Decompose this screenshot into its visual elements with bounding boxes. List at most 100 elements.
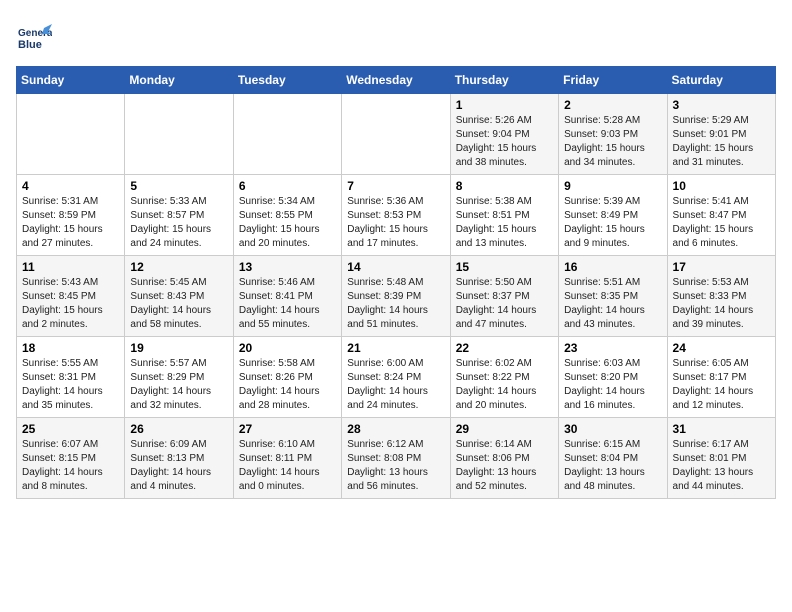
day-info: Sunrise: 6:10 AM Sunset: 8:11 PM Dayligh…	[239, 438, 336, 494]
calendar-cell: 1Sunrise: 5:26 AM Sunset: 9:04 PM Daylig…	[450, 94, 558, 175]
day-info: Sunrise: 5:41 AM Sunset: 8:47 PM Dayligh…	[673, 195, 770, 251]
day-number: 24	[673, 341, 770, 355]
day-info: Sunrise: 6:14 AM Sunset: 8:06 PM Dayligh…	[456, 438, 553, 494]
day-header-saturday: Saturday	[667, 67, 775, 94]
calendar-cell: 27 Sunrise: 6:10 AM Sunset: 8:11 PM Dayli…	[233, 418, 341, 499]
day-info: Sunrise: 5:45 AM Sunset: 8:43 PM Dayligh…	[130, 276, 227, 332]
calendar-week-2: 4 Sunrise: 5:31 AM Sunset: 8:59 PM Daylig…	[17, 175, 776, 256]
calendar-cell: 28 Sunrise: 6:12 AM Sunset: 8:08 PM Dayli…	[342, 418, 450, 499]
calendar-cell: 29 Sunrise: 6:14 AM Sunset: 8:06 PM Dayli…	[450, 418, 558, 499]
calendar-week-5: 25 Sunrise: 6:07 AM Sunset: 8:15 PM Dayli…	[17, 418, 776, 499]
day-info: Sunrise: 6:07 AM Sunset: 8:15 PM Dayligh…	[22, 438, 119, 494]
day-number: 29	[456, 422, 553, 436]
day-info: Sunrise: 5:29 AM Sunset: 9:01 PM Dayligh…	[673, 114, 770, 170]
day-header-wednesday: Wednesday	[342, 67, 450, 94]
calendar-cell	[233, 94, 341, 175]
calendar-cell: 5Sunrise: 5:33 AM Sunset: 8:57 PM Daylig…	[125, 175, 233, 256]
day-info: Sunrise: 6:03 AM Sunset: 8:20 PM Dayligh…	[564, 357, 661, 413]
day-info: Sunrise: 5:33 AM Sunset: 8:57 PM Dayligh…	[130, 195, 227, 251]
calendar-week-1: 1Sunrise: 5:26 AM Sunset: 9:04 PM Daylig…	[17, 94, 776, 175]
day-info: Sunrise: 6:15 AM Sunset: 8:04 PM Dayligh…	[564, 438, 661, 494]
page-header: General Blue	[16, 16, 776, 56]
calendar-cell: 12 Sunrise: 5:45 AM Sunset: 8:43 PM Dayli…	[125, 256, 233, 337]
calendar-header-row: SundayMondayTuesdayWednesdayThursdayFrid…	[17, 67, 776, 94]
calendar-cell: 13 Sunrise: 5:46 AM Sunset: 8:41 PM Dayli…	[233, 256, 341, 337]
day-header-tuesday: Tuesday	[233, 67, 341, 94]
day-header-monday: Monday	[125, 67, 233, 94]
day-number: 8	[456, 179, 553, 193]
day-number: 31	[673, 422, 770, 436]
calendar-cell: 6 Sunrise: 5:34 AM Sunset: 8:55 PM Daylig…	[233, 175, 341, 256]
day-number: 25	[22, 422, 119, 436]
day-info: Sunrise: 6:09 AM Sunset: 8:13 PM Dayligh…	[130, 438, 227, 494]
day-number: 30	[564, 422, 661, 436]
calendar-cell: 15 Sunrise: 5:50 AM Sunset: 8:37 PM Dayli…	[450, 256, 558, 337]
day-info: Sunrise: 5:51 AM Sunset: 8:35 PM Dayligh…	[564, 276, 661, 332]
day-number: 6	[239, 179, 336, 193]
day-info: Sunrise: 5:43 AM Sunset: 8:45 PM Dayligh…	[22, 276, 119, 332]
day-info: Sunrise: 5:31 AM Sunset: 8:59 PM Dayligh…	[22, 195, 119, 251]
day-info: Sunrise: 6:00 AM Sunset: 8:24 PM Dayligh…	[347, 357, 444, 413]
day-number: 21	[347, 341, 444, 355]
calendar-cell: 21 Sunrise: 6:00 AM Sunset: 8:24 PM Dayli…	[342, 337, 450, 418]
day-info: Sunrise: 5:34 AM Sunset: 8:55 PM Dayligh…	[239, 195, 336, 251]
day-number: 9	[564, 179, 661, 193]
calendar-cell: 9 Sunrise: 5:39 AM Sunset: 8:49 PM Daylig…	[559, 175, 667, 256]
calendar-cell: 20Sunrise: 5:58 AM Sunset: 8:26 PM Dayli…	[233, 337, 341, 418]
day-info: Sunrise: 6:17 AM Sunset: 8:01 PM Dayligh…	[673, 438, 770, 494]
calendar-week-4: 18Sunrise: 5:55 AM Sunset: 8:31 PM Dayli…	[17, 337, 776, 418]
day-number: 26	[130, 422, 227, 436]
day-number: 28	[347, 422, 444, 436]
day-info: Sunrise: 5:28 AM Sunset: 9:03 PM Dayligh…	[564, 114, 661, 170]
day-info: Sunrise: 5:57 AM Sunset: 8:29 PM Dayligh…	[130, 357, 227, 413]
calendar-cell: 17 Sunrise: 5:53 AM Sunset: 8:33 PM Dayli…	[667, 256, 775, 337]
calendar-cell	[342, 94, 450, 175]
calendar-cell: 26 Sunrise: 6:09 AM Sunset: 8:13 PM Dayli…	[125, 418, 233, 499]
day-info: Sunrise: 5:48 AM Sunset: 8:39 PM Dayligh…	[347, 276, 444, 332]
day-info: Sunrise: 5:38 AM Sunset: 8:51 PM Dayligh…	[456, 195, 553, 251]
day-info: Sunrise: 5:53 AM Sunset: 8:33 PM Dayligh…	[673, 276, 770, 332]
calendar-cell: 8 Sunrise: 5:38 AM Sunset: 8:51 PM Daylig…	[450, 175, 558, 256]
day-number: 3	[673, 98, 770, 112]
day-header-friday: Friday	[559, 67, 667, 94]
day-number: 22	[456, 341, 553, 355]
day-number: 13	[239, 260, 336, 274]
day-number: 7	[347, 179, 444, 193]
calendar-cell: 23 Sunrise: 6:03 AM Sunset: 8:20 PM Dayli…	[559, 337, 667, 418]
calendar-cell: 18Sunrise: 5:55 AM Sunset: 8:31 PM Dayli…	[17, 337, 125, 418]
day-number: 19	[130, 341, 227, 355]
calendar-week-3: 11Sunrise: 5:43 AM Sunset: 8:45 PM Dayli…	[17, 256, 776, 337]
calendar-cell: 22 Sunrise: 6:02 AM Sunset: 8:22 PM Dayli…	[450, 337, 558, 418]
day-info: Sunrise: 5:50 AM Sunset: 8:37 PM Dayligh…	[456, 276, 553, 332]
day-number: 10	[673, 179, 770, 193]
day-number: 2	[564, 98, 661, 112]
day-number: 27	[239, 422, 336, 436]
day-info: Sunrise: 5:36 AM Sunset: 8:53 PM Dayligh…	[347, 195, 444, 251]
day-info: Sunrise: 6:05 AM Sunset: 8:17 PM Dayligh…	[673, 357, 770, 413]
logo: General Blue	[16, 20, 56, 56]
day-number: 23	[564, 341, 661, 355]
calendar-cell: 14 Sunrise: 5:48 AM Sunset: 8:39 PM Dayli…	[342, 256, 450, 337]
calendar-cell: 30 Sunrise: 6:15 AM Sunset: 8:04 PM Dayli…	[559, 418, 667, 499]
day-number: 18	[22, 341, 119, 355]
calendar-cell: 19 Sunrise: 5:57 AM Sunset: 8:29 PM Dayli…	[125, 337, 233, 418]
day-info: Sunrise: 5:39 AM Sunset: 8:49 PM Dayligh…	[564, 195, 661, 251]
day-number: 15	[456, 260, 553, 274]
day-number: 17	[673, 260, 770, 274]
calendar-cell	[125, 94, 233, 175]
calendar-cell: 3 Sunrise: 5:29 AM Sunset: 9:01 PM Daylig…	[667, 94, 775, 175]
logo-icon: General Blue	[16, 20, 52, 56]
day-info: Sunrise: 5:46 AM Sunset: 8:41 PM Dayligh…	[239, 276, 336, 332]
day-number: 14	[347, 260, 444, 274]
calendar-cell: 16 Sunrise: 5:51 AM Sunset: 8:35 PM Dayli…	[559, 256, 667, 337]
calendar-table: SundayMondayTuesdayWednesdayThursdayFrid…	[16, 66, 776, 499]
day-number: 16	[564, 260, 661, 274]
day-number: 4	[22, 179, 119, 193]
calendar-cell	[17, 94, 125, 175]
svg-text:Blue: Blue	[18, 39, 42, 51]
calendar-cell: 10 Sunrise: 5:41 AM Sunset: 8:47 PM Dayli…	[667, 175, 775, 256]
day-number: 12	[130, 260, 227, 274]
day-info: Sunrise: 6:02 AM Sunset: 8:22 PM Dayligh…	[456, 357, 553, 413]
day-info: Sunrise: 6:12 AM Sunset: 8:08 PM Dayligh…	[347, 438, 444, 494]
calendar-cell: 4 Sunrise: 5:31 AM Sunset: 8:59 PM Daylig…	[17, 175, 125, 256]
